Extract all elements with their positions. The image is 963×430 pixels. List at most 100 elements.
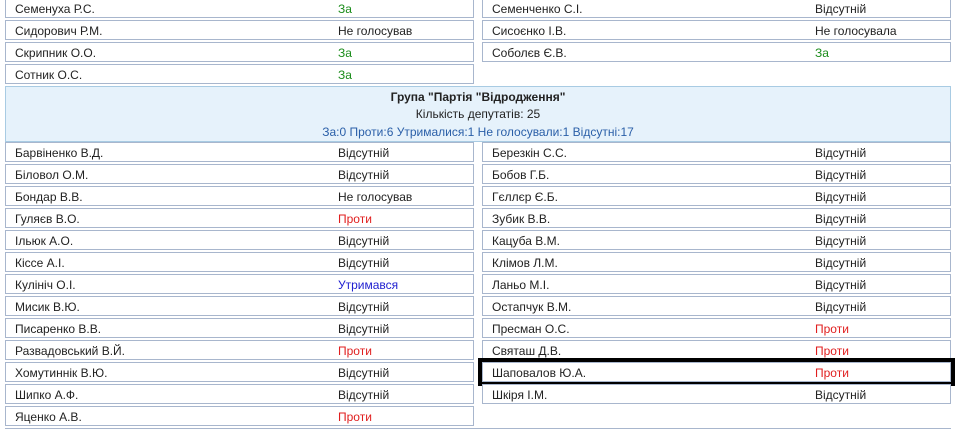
deputy-cell: Ланьо М.І. Відсутній [482, 274, 951, 294]
table-bottom-border [5, 428, 951, 429]
deputy-cell: Шипко А.Ф. Відсутній [5, 384, 474, 404]
deputy-cell: Семенуха Р.С. За [5, 0, 474, 18]
table-row: Развадовський В.Й. Проти Святаш Д.В. Проти [5, 340, 951, 360]
deputy-cell: Гуляєв В.О. Проти [5, 208, 474, 228]
deputy-cell: Сидорович Р.М. Не голосував [5, 20, 474, 40]
deputy-name: Мисик В.Ю. [15, 300, 80, 314]
vote-status: Відсутній [338, 234, 390, 248]
vote-status: Відсутній [815, 168, 867, 182]
deputy-name: Сисоєнко І.В. [492, 24, 567, 38]
vote-status: Відсутній [815, 278, 867, 292]
deputy-cell: Кіссе А.І. Відсутній [5, 252, 474, 272]
deputy-name: Сидорович Р.М. [15, 24, 103, 38]
deputy-name: Шкіря І.М. [492, 388, 548, 402]
deputy-name: Скрипник О.О. [15, 46, 97, 60]
deputy-cell: Клімов Л.М. Відсутній [482, 252, 951, 272]
table-row: Кулініч О.І. Утримався Ланьо М.І. Відсутній [5, 274, 951, 294]
deputy-cell-highlighted: Шаповалов Ю.А. Проти [478, 358, 955, 386]
deputy-name: Біловол О.М. [15, 168, 89, 182]
vote-status: За [338, 46, 352, 60]
deputy-name: Гєллєр Є.Б. [492, 190, 558, 204]
deputy-cell: Шкіря І.М. Відсутній [482, 384, 951, 404]
deputy-name: Пресман О.С. [492, 322, 570, 336]
vote-status: Відсутній [815, 234, 867, 248]
table-row: Гуляєв В.О. Проти Зубик В.В. Відсутній [5, 208, 951, 228]
deputy-name: Зубик В.В. [492, 212, 551, 226]
deputy-cell: Скрипник О.О. За [5, 42, 474, 62]
deputy-name: Гуляєв В.О. [15, 212, 80, 226]
deputy-name: Бондар В.В. [15, 190, 83, 204]
deputy-name: Барвіненко В.Д. [15, 146, 104, 160]
deputy-cell: Яценко А.В. Проти [5, 406, 474, 426]
deputy-cell: Зубик В.В. Відсутній [482, 208, 951, 228]
vote-status: За [815, 46, 829, 60]
deputy-name: Березкін С.С. [492, 146, 568, 160]
table-row: Кіссе А.І. Відсутній Клімов Л.М. Відсутній [5, 252, 951, 272]
deputy-cell: Кулініч О.І. Утримався [5, 274, 474, 294]
table-row: Хомутиннік В.Ю. Відсутній Шаповалов Ю.А. Пр… [5, 358, 955, 386]
deputy-name: Клімов Л.М. [492, 256, 558, 270]
deputy-cell: Святаш Д.В. Проти [482, 340, 951, 360]
vote-status: Відсутній [815, 2, 867, 16]
table-row: Шипко А.Ф. Відсутній Шкіря І.М. Відсутній [5, 384, 951, 404]
vote-status: Відсутній [815, 300, 867, 314]
deputy-name: Ільюк А.О. [15, 234, 74, 248]
deputy-name: Хомутиннік В.Ю. [15, 366, 108, 380]
deputy-cell: Барвіненко В.Д. Відсутній [5, 142, 474, 162]
vote-status: Відсутній [338, 300, 390, 314]
table-row: Семенуха Р.С. За Семенченко С.І. Відсутній [5, 0, 951, 18]
vote-status: Відсутній [338, 168, 390, 182]
deputy-cell: Гєллєр Є.Б. Відсутній [482, 186, 951, 206]
deputy-cell: Хомутиннік В.Ю. Відсутній [5, 362, 474, 382]
vote-status: Відсутній [815, 256, 867, 270]
deputy-name: Кіссе А.І. [15, 256, 65, 270]
vote-results-page: Семенуха Р.С. За Семенченко С.І. Відсутній С… [0, 0, 963, 430]
deputy-cell: Мисик В.Ю. Відсутній [5, 296, 474, 316]
vote-status: Проти [815, 322, 849, 336]
table-row: Сотник О.С. За [5, 64, 951, 84]
deputy-cell: Бондар В.В. Не голосував [5, 186, 474, 206]
deputy-cell: Біловол О.М. Відсутній [5, 164, 474, 184]
deputy-name: Остапчук В.М. [492, 300, 572, 314]
deputy-cell: Остапчук В.М. Відсутній [482, 296, 951, 316]
vote-status: Утримався [338, 278, 399, 292]
deputy-cell: Сисоєнко І.В. Не голосувала [482, 20, 951, 40]
table-row: Біловол О.М. Відсутній Бобов Г.Б. Відсутній [5, 164, 951, 184]
vote-status: За [338, 2, 352, 16]
vote-status: Проти [338, 344, 372, 358]
deputy-name: Писаренко В.В. [15, 322, 102, 336]
table-row: Скрипник О.О. За Соболєв Є.В. За [5, 42, 951, 62]
deputy-name: Развадовський В.Й. [15, 344, 126, 358]
vote-status: Відсутній [338, 146, 390, 160]
deputy-cell: Развадовський В.Й. Проти [5, 340, 474, 360]
deputy-cell: Сотник О.С. За [5, 64, 474, 84]
deputy-name: Святаш Д.В. [492, 344, 562, 358]
deputy-name: Кацуба В.М. [492, 234, 560, 248]
group-member-count: Кількість депутатів: 25 [415, 107, 541, 121]
deputy-cell: Бобов Г.Б. Відсутній [482, 164, 951, 184]
table-row: Яценко А.В. Проти [5, 406, 951, 426]
vote-status: Проти [338, 410, 372, 424]
deputy-name: Соболєв Є.В. [492, 46, 567, 60]
deputy-name: Семенченко С.І. [492, 2, 583, 16]
deputy-cell: Пресман О.С. Проти [482, 318, 951, 338]
vote-status: Відсутній [815, 146, 867, 160]
table-row: Писаренко В.В. Відсутній Пресман О.С. Проти [5, 318, 951, 338]
table-row: Мисик В.Ю. Відсутній Остапчук В.М. Відсутні… [5, 296, 951, 316]
deputy-cell: Писаренко В.В. Відсутній [5, 318, 474, 338]
deputy-name: Шаповалов Ю.А. [492, 366, 587, 380]
group-title: Група "Партія "Відродження" [390, 90, 566, 104]
group-vote-stats: За:0 Проти:6 Утрималися:1 Не голосували:… [322, 125, 634, 139]
vote-status: Не голосувала [815, 24, 897, 38]
vote-status: Не голосував [338, 190, 413, 204]
table-row: Барвіненко В.Д. Відсутній Березкін С.С. Від… [5, 142, 951, 162]
deputy-name: Кулініч О.І. [15, 278, 76, 292]
deputy-name: Сотник О.С. [15, 68, 83, 82]
deputy-name: Ланьо М.І. [492, 278, 550, 292]
deputy-cell: Кацуба В.М. Відсутній [482, 230, 951, 250]
vote-status: Відсутній [338, 388, 390, 402]
vote-status: Відсутній [338, 256, 390, 270]
deputy-name: Яценко А.В. [15, 410, 82, 424]
deputy-cell: Соболєв Є.В. За [482, 42, 951, 62]
vote-status: Відсутній [815, 388, 867, 402]
